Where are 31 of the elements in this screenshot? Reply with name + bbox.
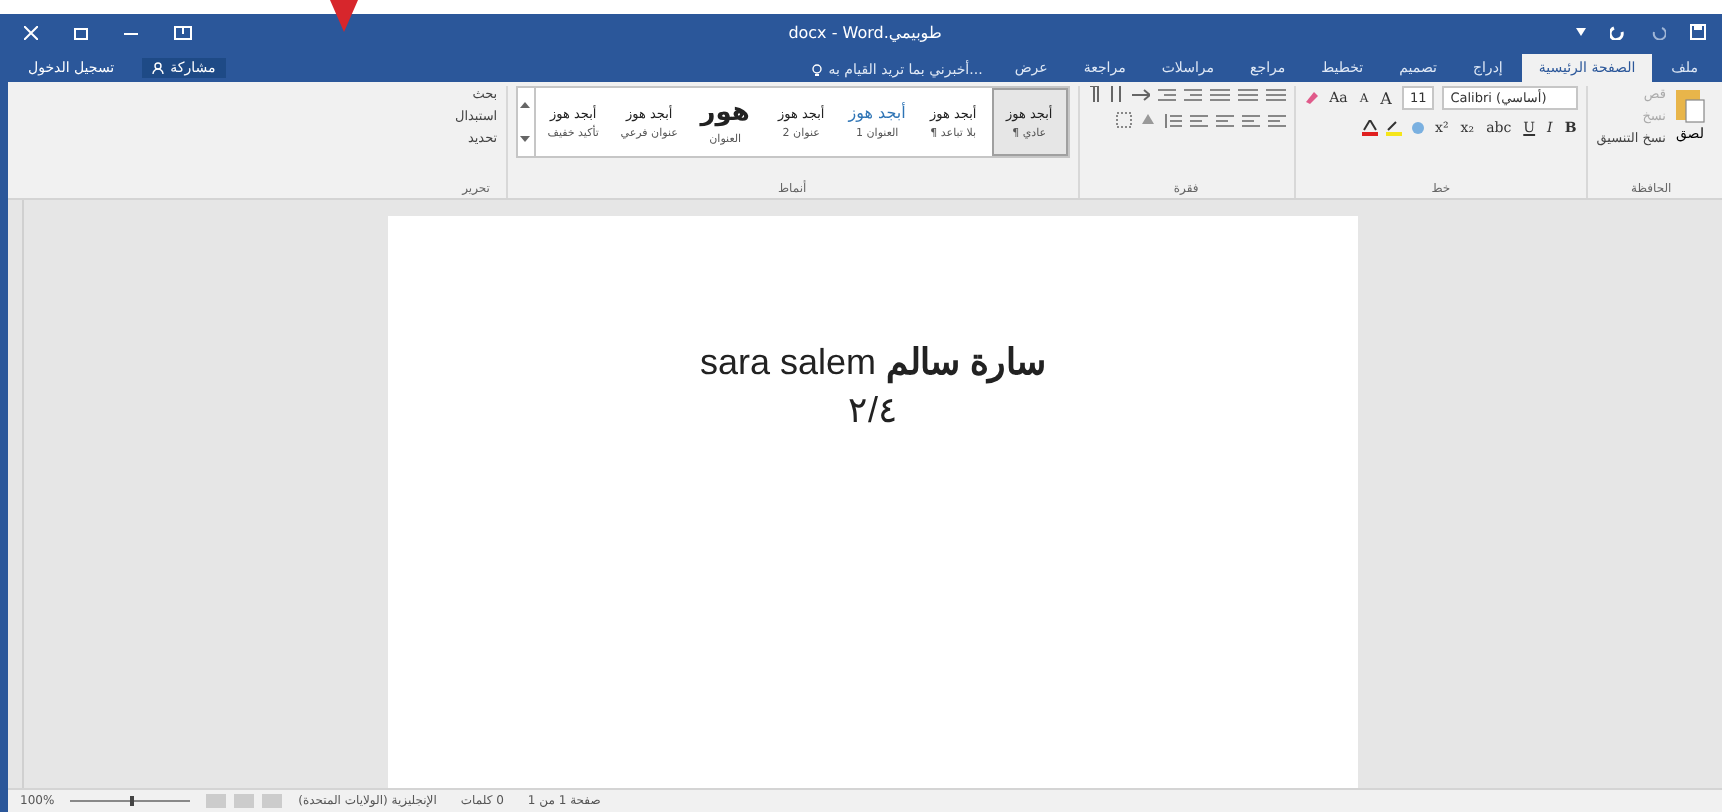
save-icon[interactable] [1690,24,1706,40]
scroll-up-icon[interactable] [520,102,531,108]
indent-icon[interactable] [1183,87,1202,101]
scroll-down-icon[interactable] [520,136,531,142]
align-icon[interactable] [1241,113,1260,127]
list-icon[interactable] [1209,87,1230,101]
pilcrow-icon[interactable] [1087,86,1100,102]
ribbon-display-icon[interactable] [174,25,192,39]
list-icon[interactable] [1265,87,1286,101]
borders-icon[interactable] [1115,112,1132,128]
grow-font-button[interactable]: A [1378,89,1394,107]
font-color-icon[interactable] [1361,119,1378,135]
align-icon[interactable] [1189,113,1208,127]
text-direction-icon[interactable] [1131,87,1150,101]
person-icon [152,62,165,74]
close-icon[interactable] [24,25,38,39]
eraser-icon[interactable] [1303,90,1320,106]
align-icon[interactable] [1267,113,1286,127]
line-spacing-icon[interactable] [1163,113,1182,127]
undo-icon[interactable] [1650,24,1666,40]
dropdown-icon[interactable] [1576,28,1586,36]
document-text: ٢/٤ [847,388,898,432]
restore-icon[interactable] [74,25,88,39]
align-icon[interactable] [1215,113,1234,127]
indent-icon[interactable] [1157,87,1176,101]
lightbulb-icon [812,63,823,77]
text-effects-icon[interactable] [1409,119,1426,135]
highlight-icon[interactable] [1385,119,1402,135]
window-title: طوبيمي.docx - Word [788,23,942,41]
list-icon[interactable] [1237,87,1258,101]
redo-icon[interactable] [1610,24,1626,40]
